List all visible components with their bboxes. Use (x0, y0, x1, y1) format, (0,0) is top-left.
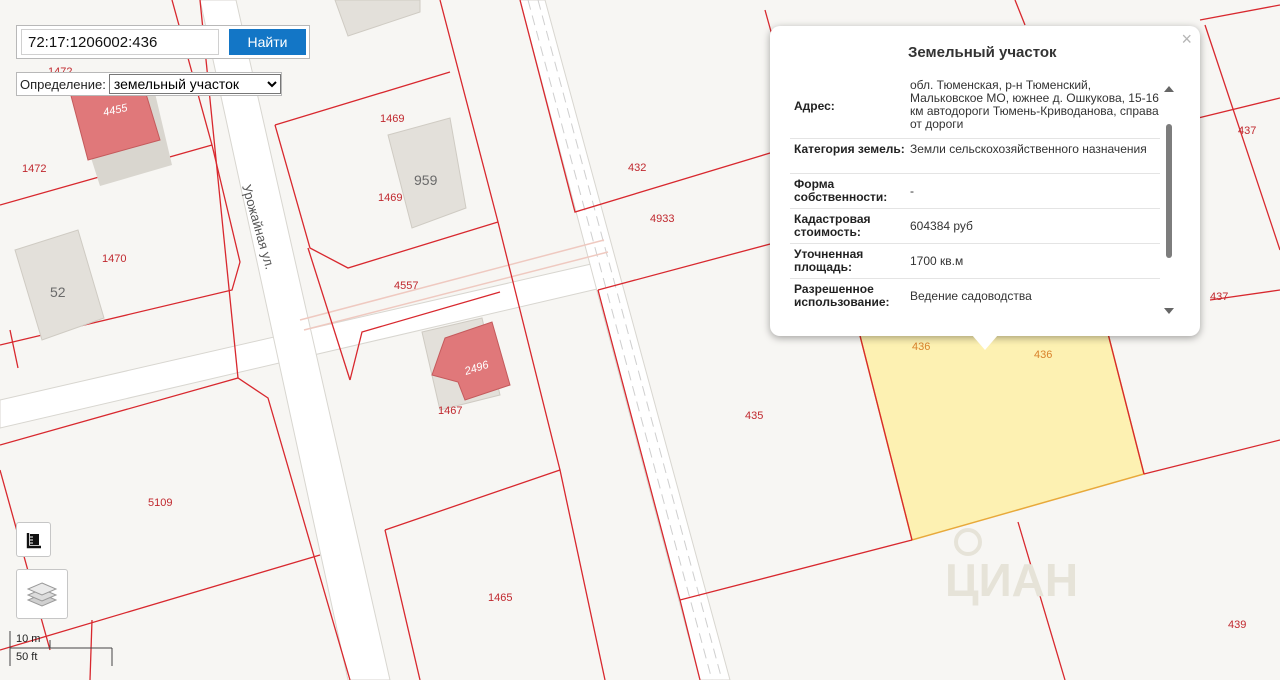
scroll-down-arrow-icon[interactable] (1164, 308, 1174, 314)
parcel-label: 437 (1238, 125, 1256, 137)
scale-bar: 10 m 50 ft (8, 628, 128, 668)
parcel-label: 1469 (378, 192, 402, 204)
info-value: - (910, 184, 914, 198)
info-row-area: Уточненная площадь: 1700 кв.м (790, 244, 1160, 279)
parcel-label: 5109 (148, 497, 172, 509)
parcel-label: 439 (1228, 619, 1246, 631)
info-value: обл. Тюменская, р-н Тюменский, Мальковск… (910, 78, 1159, 131)
info-row-ownership: Форма собственности: - (790, 174, 1160, 209)
parcel-label: 4933 (650, 213, 674, 225)
scale-metric: 10 m (16, 633, 41, 645)
parcel-label: 437 (1210, 291, 1228, 303)
watermark-logo: ЦИАН (945, 528, 1078, 606)
parcel-info-popup: × Земельный участок Адрес: обл. Тюменска… (770, 26, 1200, 336)
info-key: Адрес: (794, 99, 835, 113)
parcel-label: 436 (1034, 349, 1052, 361)
parcel-label: 1465 (488, 592, 512, 604)
info-value: Земли сельскохозяйственного назначения (910, 142, 1147, 156)
building-label: 959 (414, 172, 438, 188)
info-key: Уточненная площадь: (794, 247, 864, 274)
parcel-label: 1469 (380, 113, 404, 125)
parcel-label: 435 (745, 410, 763, 422)
popup-title: Земельный участок (908, 44, 1057, 61)
info-value: 1700 кв.м (910, 254, 964, 268)
info-value: 604384 руб (910, 219, 973, 233)
info-value: Ведение садоводства (910, 289, 1032, 303)
parcel-label: 1467 (438, 405, 462, 417)
building-label: 52 (50, 284, 66, 300)
scroll-thumb[interactable] (1166, 124, 1172, 258)
layers-button[interactable] (16, 569, 68, 619)
info-row-category: Категория земель: Земли сельскохозяйстве… (790, 139, 1160, 174)
parcel-label: 432 (628, 162, 646, 174)
ruler-button[interactable] (16, 522, 51, 557)
info-row-address: Адрес: обл. Тюменская, р-н Тюменский, Ма… (790, 76, 1160, 139)
ruler-icon (26, 532, 41, 548)
info-key: Кадастровая стоимость: (794, 212, 871, 239)
search-panel: Найти (16, 25, 310, 59)
parcel-label: 4557 (394, 280, 418, 292)
scroll-up-arrow-icon[interactable] (1164, 86, 1174, 92)
selected-parcel[interactable] (855, 317, 1145, 541)
info-key: Категория земель: (794, 142, 905, 156)
popup-scrollbar[interactable] (1164, 82, 1174, 318)
popup-details: Адрес: обл. Тюменская, р-н Тюменский, Ма… (790, 76, 1160, 312)
watermark-text: ЦИАН (945, 554, 1078, 606)
definition-label: Определение: (20, 76, 106, 92)
layers-icon (26, 582, 58, 607)
info-key: Разрешенное использование: (794, 282, 890, 309)
scale-imperial: 50 ft (16, 651, 38, 663)
popup-pointer (972, 335, 998, 350)
info-key: Форма собственности: (794, 177, 888, 204)
info-row-permitted-use: Разрешенное использование: Ведение садов… (790, 279, 1160, 312)
close-icon[interactable]: × (1181, 29, 1192, 50)
search-button[interactable]: Найти (229, 29, 306, 55)
info-row-cadastral-value: Кадастровая стоимость: 604384 руб (790, 209, 1160, 244)
parcel-label: 436 (912, 341, 930, 353)
definition-select[interactable]: земельный участок (108, 74, 281, 94)
parcel-label: 1472 (22, 163, 46, 175)
definition-row: Определение: земельный участок (16, 72, 282, 96)
parcel-label: 1470 (102, 253, 126, 265)
cadastral-search-input[interactable] (21, 29, 219, 55)
